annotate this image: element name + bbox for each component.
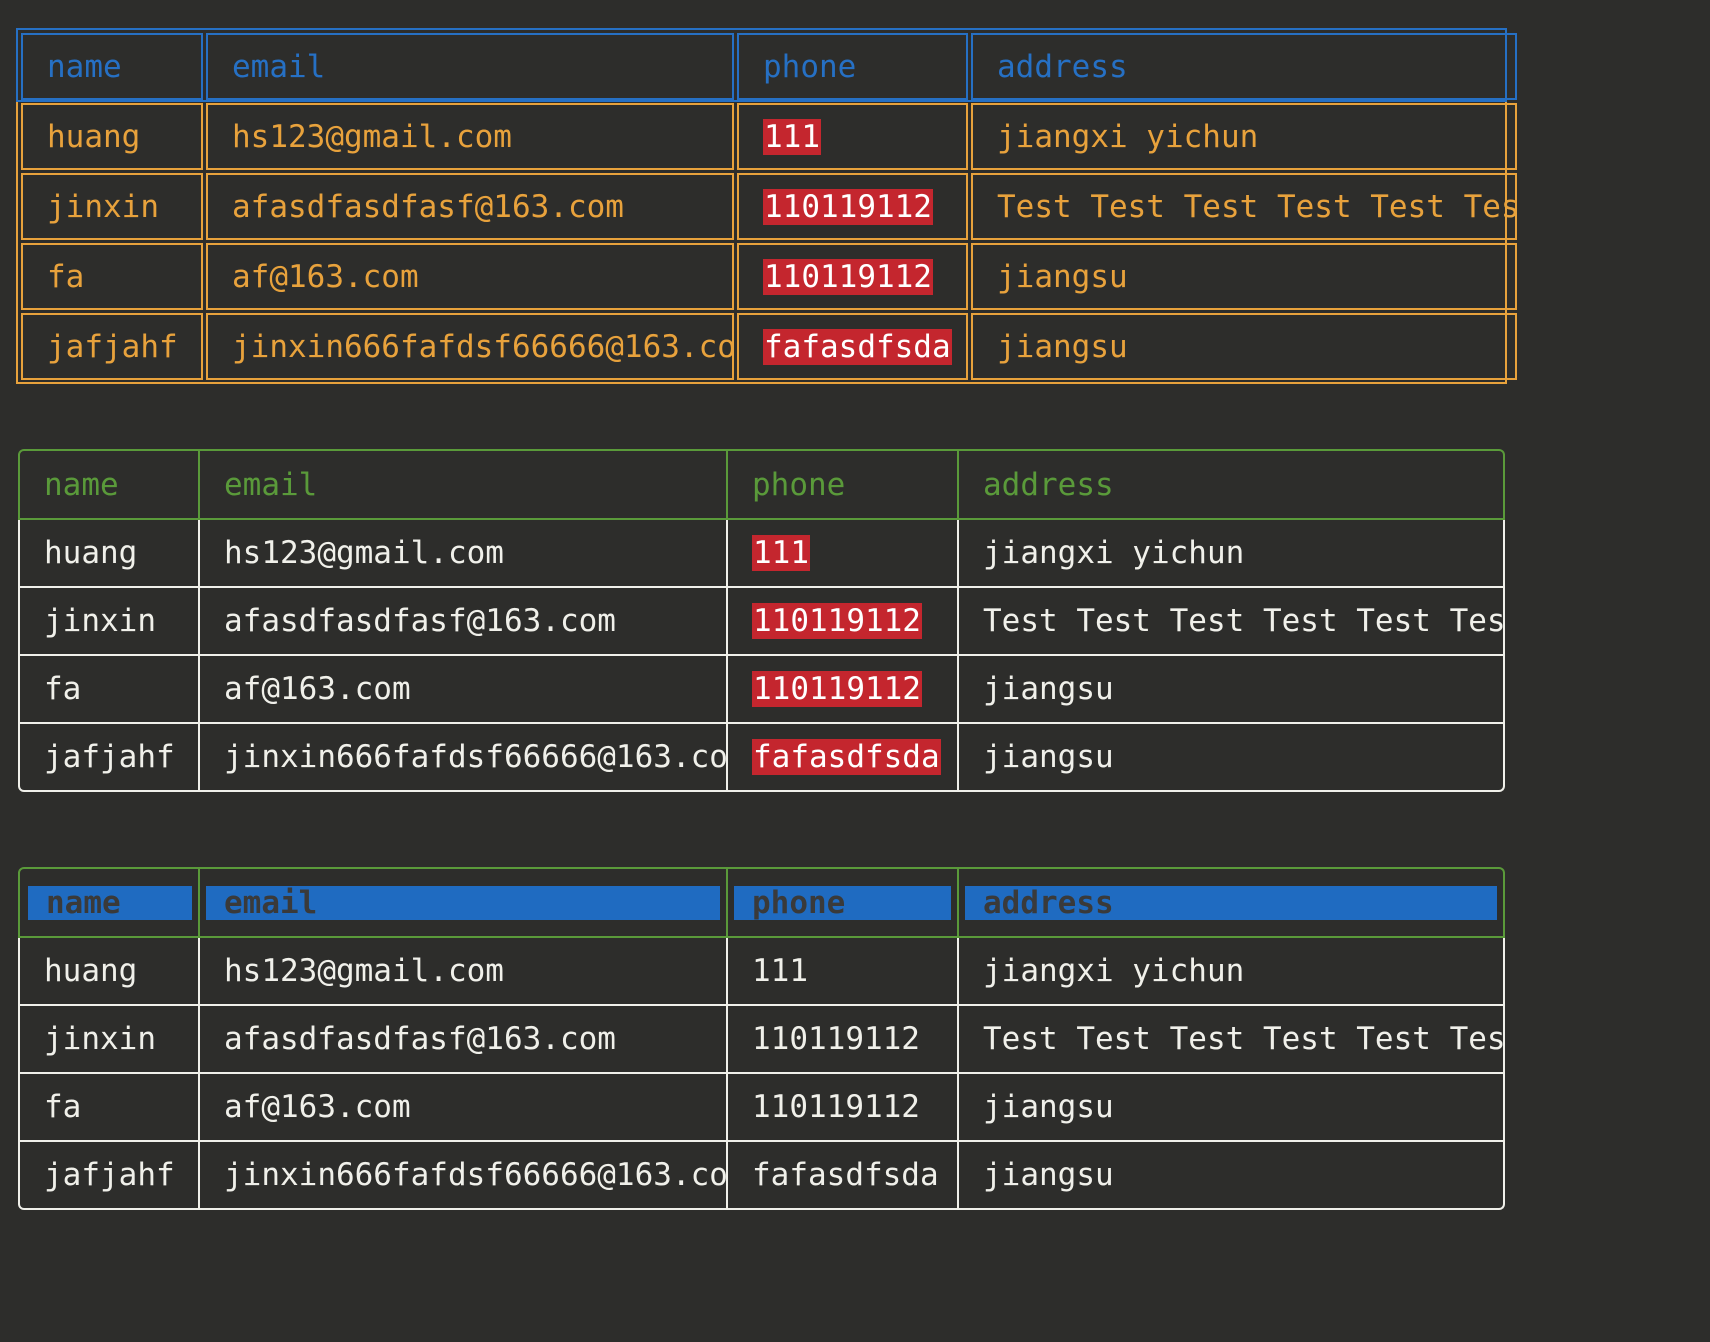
header-phone-cell: phone xyxy=(728,867,959,938)
header-address-cell: address xyxy=(959,867,1505,938)
header-name-cell: name xyxy=(18,867,200,938)
table-row[interactable]: fa af@163.com 110119112 jiangsu xyxy=(18,656,1505,724)
cell-address: jiangxi yichun xyxy=(971,103,1517,170)
table-green-header: name email phone address huang hs123@gma… xyxy=(18,449,1505,792)
cell-name: huang xyxy=(18,520,200,588)
cell-email: hs123@gmail.com xyxy=(200,938,728,1006)
table-row[interactable]: jinxin afasdfasdfasf@163.com 110119112 T… xyxy=(18,1006,1505,1074)
cell-email: hs123@gmail.com xyxy=(206,103,734,170)
cell-email: hs123@gmail.com xyxy=(200,520,728,588)
cell-name: fa xyxy=(21,243,203,310)
table-row[interactable]: fa af@163.com 110119112 jiangsu xyxy=(21,243,1517,310)
cell-address: jiangsu xyxy=(959,1074,1505,1142)
cell-address: jiangsu xyxy=(959,656,1505,724)
header-name: name xyxy=(28,885,192,920)
phone-highlight: 110119112 xyxy=(752,671,922,707)
header-phone: phone xyxy=(734,885,951,920)
cell-address: jiangsu xyxy=(959,1142,1505,1210)
table-row[interactable]: huang hs123@gmail.com 111 jiangxi yichun xyxy=(18,520,1505,588)
phone-highlight: fafasdfsda xyxy=(752,739,941,775)
table-row[interactable]: jafjahf jinxin666fafdsf66666@163.com faf… xyxy=(18,1142,1505,1210)
cell-name: fa xyxy=(18,656,200,724)
header-phone: phone xyxy=(728,449,959,520)
table-row[interactable]: jafjahf jinxin666fafdsf66666@163.com faf… xyxy=(21,313,1517,380)
cell-address: Test Test Test Test Test Test xyxy=(959,588,1505,656)
table-header-row: name email phone address xyxy=(18,449,1505,520)
table-row[interactable]: jafjahf jinxin666fafdsf66666@163.com faf… xyxy=(18,724,1505,792)
header-address: address xyxy=(959,449,1505,520)
table-row[interactable]: huang hs123@gmail.com 111 jiangxi yichun xyxy=(21,103,1517,170)
header-email-cell: email xyxy=(200,867,728,938)
cell-name: huang xyxy=(21,103,203,170)
cell-phone: 110119112 xyxy=(728,656,959,724)
cell-email: af@163.com xyxy=(200,1074,728,1142)
phone-highlight: 110119112 xyxy=(763,258,933,295)
cell-phone: fafasdfsda xyxy=(737,313,968,380)
cell-phone: fafasdfsda xyxy=(728,1142,959,1210)
cell-phone: 111 xyxy=(728,938,959,1006)
header-email: email xyxy=(206,33,734,100)
cell-name: huang xyxy=(18,938,200,1006)
header-address: address xyxy=(971,33,1517,100)
cell-phone: 110119112 xyxy=(728,1006,959,1074)
table-row[interactable]: huang hs123@gmail.com 111 jiangxi yichun xyxy=(18,938,1505,1006)
cell-name: jafjahf xyxy=(21,313,203,380)
header-name: name xyxy=(18,449,200,520)
phone-highlight: 111 xyxy=(763,118,821,155)
cell-phone: 110119112 xyxy=(728,588,959,656)
header-phone: phone xyxy=(737,33,968,100)
cell-name: jinxin xyxy=(18,1006,200,1074)
cell-email: afasdfasdfasf@163.com xyxy=(200,588,728,656)
cell-address: jiangsu xyxy=(971,313,1517,380)
cell-name: fa xyxy=(18,1074,200,1142)
cell-name: jinxin xyxy=(21,173,203,240)
cell-address: Test Test Test Test Test Test xyxy=(971,173,1517,240)
cell-email: jinxin666fafdsf66666@163.com xyxy=(206,313,734,380)
cell-name: jafjahf xyxy=(18,1142,200,1210)
phone-highlight: 110119112 xyxy=(752,603,922,639)
phone-highlight: fafasdfsda xyxy=(763,328,952,365)
table-header-row: name email phone address xyxy=(18,867,1505,938)
table-row[interactable]: jinxin afasdfasdfasf@163.com 110119112 T… xyxy=(21,173,1517,240)
cell-phone: 111 xyxy=(737,103,968,170)
cell-email: af@163.com xyxy=(206,243,734,310)
cell-phone: 111 xyxy=(728,520,959,588)
table-header-bars: name email phone address huang hs123@gma… xyxy=(18,867,1505,1210)
cell-address: jiangxi yichun xyxy=(959,520,1505,588)
cell-name: jinxin xyxy=(18,588,200,656)
cell-email: jinxin666fafdsf66666@163.com xyxy=(200,1142,728,1210)
phone-highlight: 111 xyxy=(752,535,810,571)
cell-address: Test Test Test Test Test Test xyxy=(959,1006,1505,1074)
cell-address: jiangsu xyxy=(971,243,1517,310)
header-email: email xyxy=(206,885,720,920)
table-header-row: name email phone address xyxy=(21,33,1517,100)
cell-phone: 110119112 xyxy=(737,243,968,310)
cell-email: afasdfasdfasf@163.com xyxy=(206,173,734,240)
header-address: address xyxy=(965,885,1497,920)
table-row[interactable]: jinxin afasdfasdfasf@163.com 110119112 T… xyxy=(18,588,1505,656)
cell-phone: 110119112 xyxy=(728,1074,959,1142)
header-email: email xyxy=(200,449,728,520)
phone-highlight: 110119112 xyxy=(763,188,933,225)
cell-email: af@163.com xyxy=(200,656,728,724)
cell-address: jiangxi yichun xyxy=(959,938,1505,1006)
cell-phone: fafasdfsda xyxy=(728,724,959,792)
table-row[interactable]: fa af@163.com 110119112 jiangsu xyxy=(18,1074,1505,1142)
cell-email: jinxin666fafdsf66666@163.com xyxy=(200,724,728,792)
cell-phone: 110119112 xyxy=(737,173,968,240)
header-name: name xyxy=(21,33,203,100)
cell-name: jafjahf xyxy=(18,724,200,792)
table-bordered-colored: name email phone address huang hs123@gma… xyxy=(16,28,1517,384)
cell-address: jiangsu xyxy=(959,724,1505,792)
cell-email: afasdfasdfasf@163.com xyxy=(200,1006,728,1074)
